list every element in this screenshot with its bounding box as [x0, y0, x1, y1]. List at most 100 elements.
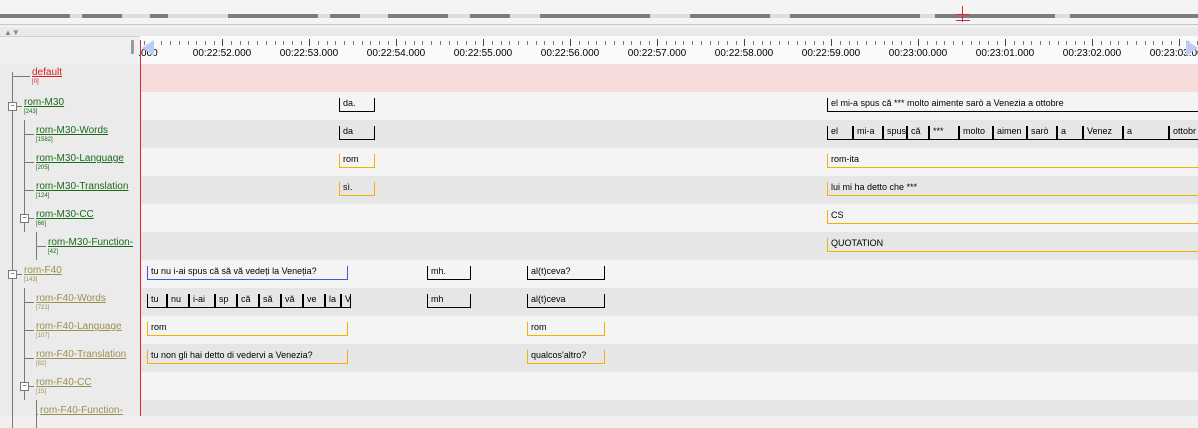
annotation[interactable]: că — [907, 126, 929, 140]
collapse-tier-icon[interactable]: − — [20, 382, 29, 391]
annotation[interactable]: Ve — [341, 294, 351, 308]
annotation-text: spus — [887, 126, 907, 136]
tier-name[interactable]: rom-M30-Function- — [48, 237, 133, 248]
annotation[interactable]: aimen — [993, 126, 1027, 140]
annotation[interactable]: QUOTATION — [827, 238, 1198, 252]
tier-name[interactable]: rom-F40-Words — [36, 293, 106, 304]
tier-name[interactable]: rom-F40 — [24, 265, 62, 276]
annotation[interactable]: mh — [427, 294, 471, 308]
tier-row-rom-f40-function-[interactable]: rom-F40-Function- — [0, 400, 140, 428]
track-rom-f40-translation[interactable]: tu non gli hai detto di vedervi a Venezi… — [141, 344, 1198, 372]
collapse-arrows-icon[interactable]: ▲▼ — [4, 28, 20, 37]
annotation[interactable]: că — [237, 294, 259, 308]
tier-row-rom-f40-language[interactable]: rom-F40-Language [107] — [0, 316, 140, 344]
track-rom-m30-words[interactable]: da el mi-a spus că *** molto aimen sarò a Venez a ot… — [141, 120, 1198, 148]
annotation[interactable]: ve — [303, 294, 325, 308]
annotation[interactable]: al(t)ceva? — [527, 266, 605, 280]
track-rom-f40[interactable]: tu nu i-ai spus că să vă vedeți la Veneț… — [141, 260, 1198, 288]
annotation[interactable]: i-ai — [189, 294, 215, 308]
tier-name[interactable]: rom-F40-Translation — [36, 349, 126, 360]
annotation[interactable]: da. — [339, 98, 375, 112]
annotation[interactable]: sarò — [1027, 126, 1057, 140]
tier-name[interactable]: rom-F40-CC — [36, 377, 92, 388]
annotation[interactable]: a — [1057, 126, 1083, 140]
annotation[interactable]: ottobr — [1169, 126, 1198, 140]
annotation-boundary — [339, 126, 340, 140]
collapse-tier-icon[interactable]: − — [8, 102, 17, 111]
tier-row-rom-m30-translation[interactable]: rom-M30-Translation [124] — [0, 176, 140, 204]
tier-name[interactable]: rom-F40-Language — [36, 321, 122, 332]
tier-row-rom-m30-function-[interactable]: rom-M30-Function- [42] — [0, 232, 140, 260]
track-rom-m30-cc[interactable]: CS — [141, 204, 1198, 232]
scroll-right-icon[interactable] — [1186, 40, 1198, 56]
tier-name[interactable]: rom-M30 — [24, 97, 64, 108]
annotation[interactable]: mh. — [427, 266, 471, 280]
tier-name[interactable]: rom-F40-Function- — [40, 405, 123, 416]
tier-name[interactable]: rom-M30-Words — [36, 125, 108, 136]
annotation[interactable]: nu — [167, 294, 189, 308]
ruler-tick — [483, 39, 485, 46]
annotation[interactable]: rom-ita — [827, 154, 1198, 168]
waveform-overview[interactable] — [0, 0, 1198, 25]
track-rom-m30-language[interactable]: rom rom-ita — [141, 148, 1198, 176]
annotation-text: lui mi ha detto che *** — [831, 182, 918, 192]
time-ruler[interactable]: .000 00:22:52.000 00:22:53.000 00:22:54.000… — [138, 36, 1198, 65]
annotation[interactable]: tu non gli hai detto di vedervi a Venezi… — [147, 350, 348, 364]
annotation[interactable]: să — [259, 294, 281, 308]
tier-row-rom-f40[interactable]: rom-F40 [143] − — [0, 260, 140, 288]
annotation[interactable]: al(t)ceva — [527, 294, 605, 308]
annotation[interactable]: el — [827, 126, 853, 140]
annotation[interactable]: lui mi ha detto che *** — [827, 182, 1198, 196]
track-default[interactable] — [141, 64, 1198, 92]
annotation[interactable]: spus — [883, 126, 907, 140]
tier-row-rom-f40-cc[interactable]: rom-F40-CC [15] − — [0, 372, 140, 400]
ruler-tick — [1179, 39, 1181, 46]
annotation[interactable]: qualcos'altro? — [527, 350, 605, 364]
tier-row-default[interactable]: default [0] — [0, 64, 140, 94]
tier-row-rom-m30-cc[interactable]: rom-M30-CC [66] − — [0, 204, 140, 232]
annotation[interactable]: el mi-a spus că *** molto aimente sarò a… — [827, 98, 1198, 112]
tier-row-rom-f40-words[interactable]: rom-F40-Words [721] — [0, 288, 140, 316]
ruler-tick-label: 00:23:00.000 — [888, 48, 948, 59]
annotation[interactable]: vă — [281, 294, 303, 308]
track-rom-f40-cc[interactable] — [141, 372, 1198, 400]
annotation-boundary — [1083, 126, 1084, 140]
annotation[interactable]: CS — [827, 210, 1198, 224]
track-rom-m30-function-[interactable]: QUOTATION — [141, 232, 1198, 260]
annotation[interactable]: *** — [929, 126, 959, 140]
tier-row-rom-m30-language[interactable]: rom-M30-Language [205] — [0, 148, 140, 176]
scroll-left-icon[interactable] — [142, 40, 154, 56]
annotation[interactable]: a — [1123, 126, 1169, 140]
track-rom-f40-words[interactable]: tu nu i-ai sp că să vă ve la Ve mh al(t)ceva — [141, 288, 1198, 316]
tree-connector — [24, 190, 34, 191]
track-rom-m30-translation[interactable]: sì. lui mi ha detto che *** — [141, 176, 1198, 204]
annotation[interactable]: sì. — [339, 182, 375, 196]
tier-name[interactable]: default — [32, 67, 62, 78]
ruler-tick — [831, 39, 833, 46]
track-rom-m30[interactable]: da. el mi-a spus că *** molto aimente sar… — [141, 92, 1198, 120]
collapse-tier-icon[interactable]: − — [8, 270, 17, 279]
annotation[interactable]: rom — [339, 154, 375, 168]
annotation[interactable]: tu — [147, 294, 167, 308]
tier-name[interactable]: rom-M30-Language — [36, 153, 124, 164]
resize-grip[interactable] — [131, 40, 134, 54]
tier-name[interactable]: rom-M30-Translation — [36, 181, 128, 192]
collapse-tier-icon[interactable]: − — [20, 214, 29, 223]
tier-name[interactable]: rom-M30-CC — [36, 209, 94, 220]
tier-row-rom-f40-translation[interactable]: rom-F40-Translation [82] — [0, 344, 140, 372]
annotation-text: să — [263, 294, 273, 304]
annotation[interactable]: sp — [215, 294, 237, 308]
ruler-tick — [622, 41, 624, 45]
annotation[interactable]: mi-a — [853, 126, 883, 140]
annotation[interactable]: rom — [147, 322, 348, 336]
track-rom-f40-language[interactable]: rom rom — [141, 316, 1198, 344]
annotation[interactable]: molto — [959, 126, 993, 140]
annotation[interactable]: la — [325, 294, 341, 308]
annotation[interactable]: da — [339, 126, 375, 140]
annotation[interactable]: tu nu i-ai spus că să vă vedeți la Veneț… — [147, 266, 348, 280]
tier-row-rom-m30[interactable]: rom-M30 [243] − — [0, 92, 140, 120]
annotation[interactable]: rom — [527, 322, 605, 336]
tier-row-rom-m30-words[interactable]: rom-M30-Words [1582] — [0, 120, 140, 148]
track-rom-f40-function-[interactable] — [141, 400, 1198, 416]
annotation[interactable]: Venez — [1083, 126, 1123, 140]
